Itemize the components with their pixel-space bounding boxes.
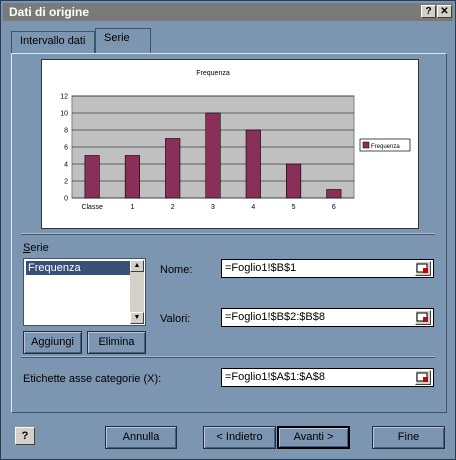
scroll-down-icon[interactable]: ▼: [130, 312, 144, 324]
name-field[interactable]: =Foglio1!$B$1: [221, 259, 434, 278]
bar: [245, 129, 261, 199]
y-tick-label: 10: [60, 111, 68, 118]
range-picker-categories-icon[interactable]: [415, 370, 431, 385]
legend-swatch: [362, 141, 370, 149]
back-button[interactable]: < Indietro: [203, 426, 276, 449]
chart-title: Frequenza: [196, 70, 230, 77]
y-tick-label: 8: [64, 128, 68, 135]
y-tick-label: 0: [64, 196, 68, 203]
x-tick-label: 3: [211, 204, 215, 211]
categories-field[interactable]: =Foglio1!$A$1:$A$8: [221, 368, 434, 387]
window-title: Dati di origine: [9, 5, 90, 19]
list-item[interactable]: Frequenza: [26, 261, 131, 275]
listbox-scrollbar[interactable]: ▲ ▼: [130, 260, 144, 324]
scroll-up-icon[interactable]: ▲: [130, 260, 144, 272]
y-tick-label: 2: [64, 179, 68, 186]
help-title-button[interactable]: ?: [421, 5, 436, 18]
separator-top: [21, 233, 435, 235]
chart-preview: Frequenza 0 2 4 6 8 10 12 Classe 1 2 3 4 5 6 Frequenza: [41, 59, 419, 229]
dialog-window: Dati di origine ? ✕ Intervallo dati Seri…: [0, 0, 456, 460]
add-series-button[interactable]: Aggiungi: [23, 331, 82, 354]
bar: [165, 138, 181, 199]
close-button[interactable]: ✕: [437, 5, 452, 18]
tab-intervallo-dati[interactable]: Intervallo dati: [11, 31, 95, 53]
separator-mid: [21, 356, 435, 358]
x-tick-label: 6: [332, 204, 336, 211]
y-tick-label: 6: [64, 145, 68, 152]
next-button[interactable]: Avanti >: [277, 426, 350, 449]
values-field[interactable]: =Foglio1!$B$2:$B$8: [221, 308, 434, 327]
title-bar[interactable]: Dati di origine ? ✕: [3, 3, 453, 21]
x-tick-label: 1: [130, 204, 134, 211]
bar: [124, 155, 140, 199]
y-tick-label: 4: [64, 162, 68, 169]
series-label: Serie: [23, 242, 49, 254]
values-label: Valori:: [160, 313, 191, 325]
categories-label: Etichette asse categorie (X):: [23, 373, 162, 385]
bar: [286, 163, 302, 199]
x-tick-label: 4: [251, 204, 255, 211]
name-label: Nome:: [160, 264, 193, 276]
bar: [205, 112, 221, 199]
x-tick-label: 2: [171, 204, 175, 211]
range-picker-glyph: [416, 372, 428, 382]
x-tick-label: 5: [292, 204, 296, 211]
series-listbox[interactable]: Frequenza ▲ ▼: [23, 258, 146, 326]
finish-button[interactable]: Fine: [372, 426, 445, 449]
chart-svg: Frequenza024681012Classe 1 2 3 4 5 6Frequenza: [60, 70, 411, 211]
range-picker-glyph: [416, 263, 428, 273]
remove-series-button[interactable]: Elimina: [87, 331, 146, 354]
range-picker-values-icon[interactable]: [415, 310, 431, 325]
x-tick-label: Classe: [81, 204, 103, 211]
series-label-rest: erie: [30, 242, 49, 254]
help-button[interactable]: ?: [15, 427, 35, 445]
legend-label: Frequenza: [371, 144, 400, 150]
range-picker-glyph: [416, 312, 428, 322]
bar: [84, 155, 100, 199]
cancel-button[interactable]: Annulla: [105, 426, 177, 449]
y-tick-label: 12: [60, 94, 68, 101]
range-picker-name-icon[interactable]: [415, 261, 431, 276]
tab-serie[interactable]: Serie: [95, 28, 151, 53]
bar: [326, 189, 342, 199]
